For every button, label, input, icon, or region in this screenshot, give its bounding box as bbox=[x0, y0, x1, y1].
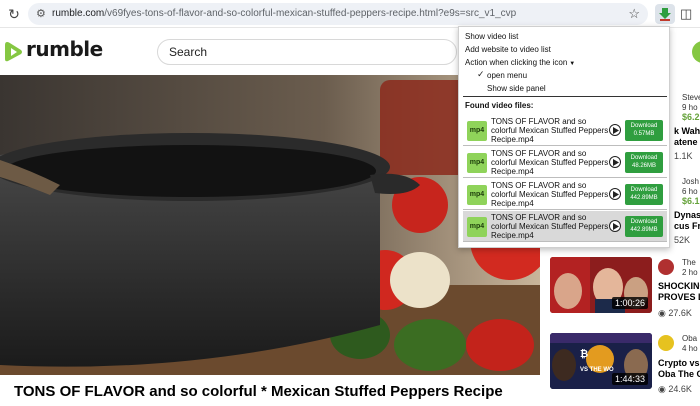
related-title-line1[interactable]: Crypto vs bbox=[658, 358, 700, 368]
channel-avatar[interactable] bbox=[658, 335, 674, 351]
related-channel[interactable]: Steve bbox=[682, 93, 700, 102]
url-path: /v69fyes-tons-of-flavor-and-so-colorful-… bbox=[104, 8, 517, 19]
show-video-list-item[interactable]: Show video list bbox=[465, 32, 518, 41]
mp4-badge: mp4 bbox=[467, 217, 487, 237]
play-button[interactable] bbox=[609, 220, 621, 232]
file-size: 0.57MB bbox=[633, 131, 655, 137]
views-value: 24.6K bbox=[668, 384, 692, 394]
related-rant: $6.1 bbox=[682, 196, 700, 206]
related-meta: 6 ho bbox=[682, 187, 698, 196]
download-label: Download bbox=[630, 187, 658, 193]
video-duration: 1:00:26 bbox=[611, 297, 648, 309]
mp4-badge: mp4 bbox=[467, 153, 487, 173]
action-label: Action when clicking the icon bbox=[465, 58, 568, 67]
channel-avatar[interactable] bbox=[658, 259, 674, 275]
logo-text: rumble bbox=[26, 37, 103, 61]
mp4-badge: mp4 bbox=[467, 185, 487, 205]
eye-icon: ◉ bbox=[658, 384, 666, 394]
video-title: TONS OF FLAVOR and so colorful * Mexican… bbox=[14, 383, 503, 400]
download-button[interactable]: Download 442.89MB bbox=[625, 184, 663, 205]
video-file-row: mp4 TONS OF FLAVOR and so colorful Mexic… bbox=[463, 179, 667, 210]
related-meta: 2 ho bbox=[682, 268, 698, 277]
related-channel[interactable]: Oba bbox=[682, 334, 697, 343]
related-meta: 4 ho bbox=[682, 344, 698, 353]
file-size: 442.89MB bbox=[630, 227, 658, 233]
play-button[interactable] bbox=[609, 124, 621, 136]
video-file-row: mp4 TONS OF FLAVOR and so colorful Mexic… bbox=[463, 115, 667, 146]
views-count: ◉ 24.6K bbox=[658, 384, 692, 395]
play-button[interactable] bbox=[609, 188, 621, 200]
option-open-menu[interactable]: open menu bbox=[487, 71, 527, 80]
download-button[interactable]: Download 48.26MB bbox=[625, 152, 663, 173]
thumbnail-text: VS THE WO bbox=[580, 367, 614, 373]
file-size: 48.26MB bbox=[631, 163, 656, 169]
related-thumbnail[interactable]: ₿ VS THE WO 1:44:33 bbox=[550, 333, 652, 389]
views-value: 27.6K bbox=[668, 308, 692, 318]
file-name: TONS OF FLAVOR and so colorful Mexican S… bbox=[491, 181, 609, 208]
page: ↻ ⚙ rumble.com/v69fyes-tons-of-flavor-an… bbox=[0, 0, 700, 406]
address-bar[interactable]: ⚙ rumble.com/v69fyes-tons-of-flavor-and-… bbox=[28, 3, 648, 25]
bookmark-star-icon[interactable]: ☆ bbox=[628, 5, 640, 23]
divider bbox=[463, 96, 667, 97]
related-title-line1[interactable]: k Wah bbox=[674, 126, 700, 136]
play-icon bbox=[613, 223, 619, 230]
related-title-line1[interactable]: Dynas bbox=[674, 210, 700, 220]
play-icon bbox=[613, 191, 619, 198]
related-rant: $6.2 bbox=[682, 112, 700, 122]
play-button[interactable] bbox=[609, 156, 621, 168]
video-downloader-popup: Show video list Add website to video lis… bbox=[458, 26, 670, 248]
action-dropdown[interactable]: Action when clicking the icon ▼ bbox=[465, 58, 575, 67]
download-label: Download bbox=[630, 219, 658, 225]
file-name: TONS OF FLAVOR and so colorful Mexican S… bbox=[491, 149, 609, 176]
file-size: 442.89MB bbox=[630, 195, 658, 201]
related-channel[interactable]: The bbox=[682, 258, 696, 267]
video-downloader-extension-icon[interactable] bbox=[655, 4, 675, 24]
file-name: TONS OF FLAVOR and so colorful Mexican S… bbox=[491, 117, 609, 144]
url-text[interactable]: rumble.com/v69fyes-tons-of-flavor-and-so… bbox=[52, 7, 516, 21]
search-input[interactable]: Search bbox=[157, 39, 457, 65]
video-file-row: mp4 TONS OF FLAVOR and so colorful Mexic… bbox=[463, 211, 667, 242]
views-count: 1.1K bbox=[674, 151, 693, 161]
site-settings-icon[interactable]: ⚙ bbox=[36, 6, 50, 22]
download-button[interactable]: Download 0.57MB bbox=[625, 120, 663, 141]
related-title-line2[interactable]: atene bbox=[674, 137, 698, 147]
download-label: Download bbox=[630, 123, 658, 129]
related-thumbnail[interactable]: 1:00:26 bbox=[550, 257, 652, 313]
bitcoin-icon: ₿ bbox=[580, 349, 589, 360]
related-title-line1[interactable]: SHOCKING bbox=[658, 281, 700, 291]
related-title-line2[interactable]: cus Fr bbox=[674, 221, 700, 231]
video-file-row: mp4 TONS OF FLAVOR and so colorful Mexic… bbox=[463, 147, 667, 178]
search-placeholder: Search bbox=[169, 45, 208, 59]
video-duration: 1:44:33 bbox=[611, 373, 648, 385]
views-count: ◉ 27.6K bbox=[658, 308, 692, 319]
related-title-line2[interactable]: Oba The G bbox=[658, 369, 700, 379]
add-website-item[interactable]: Add website to video list bbox=[465, 45, 551, 54]
upload-button[interactable] bbox=[692, 41, 700, 63]
browser-toolbar: ↻ ⚙ rumble.com/v69fyes-tons-of-flavor-an… bbox=[0, 0, 700, 28]
views-count: 52K bbox=[674, 235, 691, 245]
related-meta: 9 ho bbox=[682, 103, 698, 112]
play-icon bbox=[613, 127, 619, 134]
check-icon: ✓ bbox=[477, 69, 485, 79]
file-name: TONS OF FLAVOR and so colorful Mexican S… bbox=[491, 213, 609, 240]
rumble-logo-icon bbox=[5, 42, 22, 62]
related-channel[interactable]: Josh bbox=[682, 177, 699, 186]
eye-icon: ◉ bbox=[658, 308, 666, 318]
play-icon bbox=[613, 159, 619, 166]
reload-icon[interactable]: ↻ bbox=[6, 6, 22, 22]
download-button[interactable]: Download 442.89MB bbox=[625, 216, 663, 237]
download-label: Download bbox=[630, 155, 658, 161]
url-domain: rumble.com bbox=[52, 8, 105, 19]
found-files-heading: Found video files: bbox=[465, 101, 534, 110]
caret-down-icon: ▼ bbox=[569, 61, 576, 67]
extensions-puzzle-icon[interactable]: ◫ bbox=[680, 5, 696, 23]
mp4-badge: mp4 bbox=[467, 121, 487, 141]
related-title-line2[interactable]: PROVES L bbox=[658, 292, 700, 302]
option-side-panel[interactable]: Show side panel bbox=[487, 84, 546, 93]
